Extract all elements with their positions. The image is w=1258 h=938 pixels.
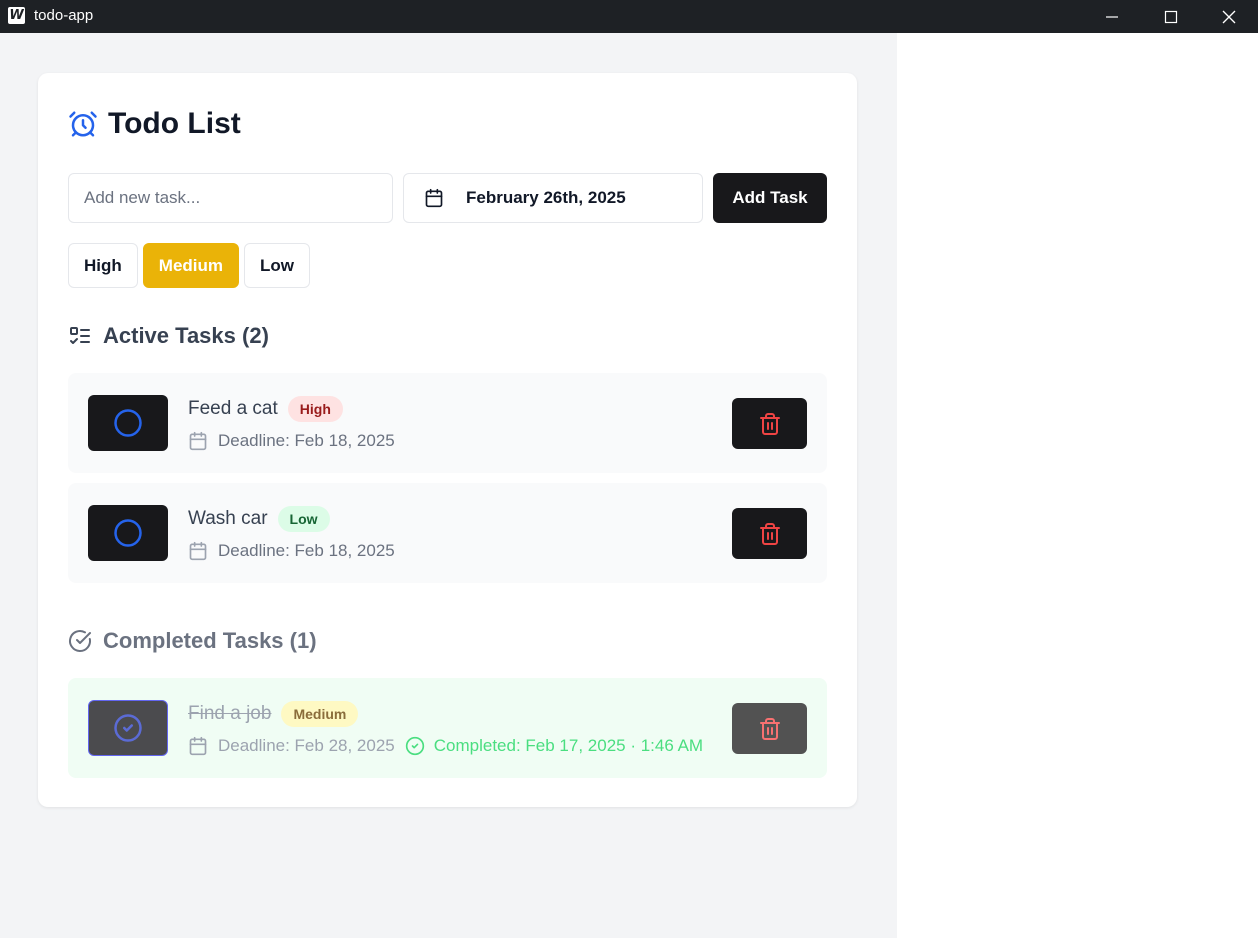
window-title: todo-app: [34, 7, 94, 24]
selected-date: February 26th, 2025: [466, 188, 626, 207]
trash-icon: [759, 522, 780, 545]
delete-task-button[interactable]: [732, 703, 807, 754]
title-bar: W todo-app: [0, 0, 1258, 33]
task-meta: Deadline: Feb 18, 2025: [188, 430, 395, 452]
new-task-input[interactable]: [68, 173, 393, 223]
maximize-button[interactable]: [1142, 0, 1200, 33]
priority-badge: Low: [277, 506, 330, 532]
trash-icon: [759, 412, 780, 435]
add-task-button[interactable]: Add Task: [713, 173, 827, 223]
delete-task-button[interactable]: [732, 398, 807, 449]
task-title-row: Find a job Medium: [188, 700, 359, 728]
completed-tasks-title: Completed Tasks (1): [103, 628, 317, 653]
complete-toggle-button[interactable]: [88, 505, 168, 561]
page-header: Todo List: [68, 107, 241, 141]
completed-task-item: Find a job Medium Deadline: Feb 28, 2025…: [68, 678, 827, 778]
deadline-date-picker[interactable]: February 26th, 2025: [403, 173, 703, 223]
priority-badge: High: [287, 396, 343, 422]
page-title: Todo List: [108, 107, 241, 140]
priority-selector: High Medium Low: [68, 243, 311, 288]
todo-card: Todo List February 26th, 2025 Add Task H…: [38, 73, 857, 807]
task-completed-time: Completed: Feb 17, 2025 · 1:46 AM: [433, 736, 704, 755]
calendar-icon: [189, 541, 207, 561]
circle-icon: [114, 519, 142, 547]
task-title-row: Wash car Low: [188, 505, 330, 533]
task-deadline: Deadline: Feb 28, 2025: [218, 736, 395, 755]
minimize-icon: [1106, 15, 1118, 18]
app-logo: W: [8, 7, 25, 24]
app-viewport: Todo List February 26th, 2025 Add Task H…: [0, 33, 897, 938]
task-deadline: Deadline: Feb 18, 2025: [218, 431, 395, 450]
task-title-row: Feed a cat High: [188, 395, 343, 423]
calendar-icon: [425, 188, 443, 208]
circle-check-icon: [114, 714, 142, 742]
calendar-icon: [189, 431, 207, 451]
priority-medium-button[interactable]: Medium: [142, 243, 240, 288]
active-task-item: Wash car Low Deadline: Feb 18, 2025: [68, 483, 827, 583]
maximize-icon: [1164, 10, 1178, 23]
priority-high-button[interactable]: High: [68, 243, 138, 288]
minimize-button[interactable]: [1083, 0, 1141, 33]
task-name: Feed a cat: [188, 398, 278, 419]
active-task-item: Feed a cat High Deadline: Feb 18, 2025: [68, 373, 827, 473]
circle-check-icon: [69, 630, 91, 652]
priority-low-button[interactable]: Low: [244, 243, 311, 288]
trash-icon: [759, 717, 780, 740]
list-checks-icon: [70, 327, 90, 344]
task-deadline: Deadline: Feb 18, 2025: [218, 541, 395, 560]
completed-tasks-heading: Completed Tasks (1): [68, 626, 317, 656]
active-tasks-heading: Active Tasks (2): [68, 321, 269, 351]
uncomplete-toggle-button[interactable]: [88, 700, 168, 756]
circle-check-icon: [405, 736, 424, 756]
alarm-clock-icon: [69, 111, 97, 137]
active-tasks-title: Active Tasks (2): [103, 323, 269, 348]
priority-badge: Medium: [281, 701, 359, 727]
delete-task-button[interactable]: [732, 508, 807, 559]
task-meta: Deadline: Feb 18, 2025: [188, 540, 395, 562]
close-icon: [1222, 10, 1236, 23]
complete-toggle-button[interactable]: [88, 395, 168, 451]
close-button[interactable]: [1200, 0, 1258, 33]
task-name: Wash car: [188, 508, 268, 529]
calendar-icon: [189, 736, 207, 756]
task-name: Find a job: [188, 703, 272, 724]
circle-icon: [114, 409, 142, 437]
task-meta: Deadline: Feb 28, 2025 Completed: Feb 17…: [188, 735, 703, 757]
